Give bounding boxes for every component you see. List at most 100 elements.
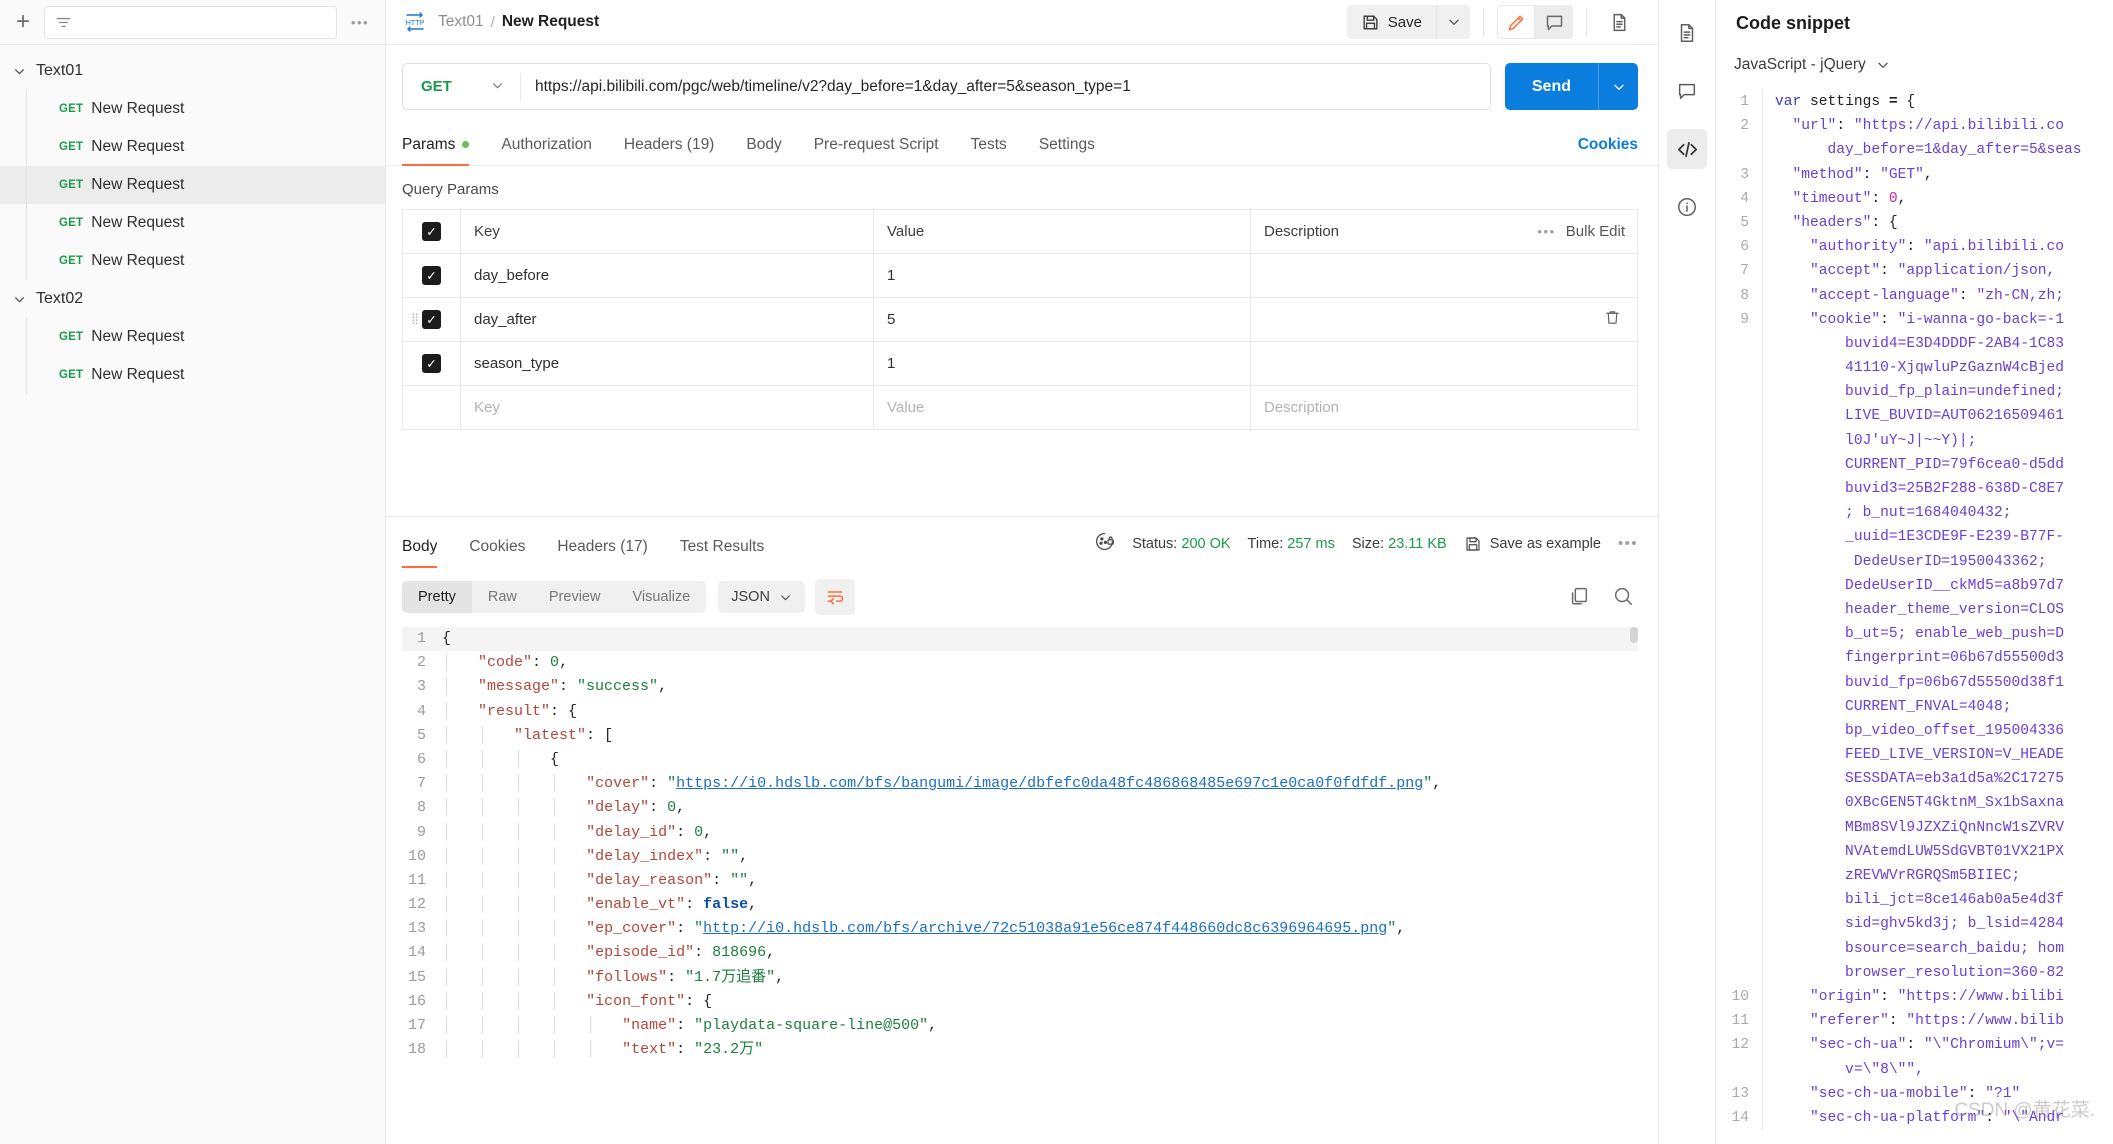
response-more-icon[interactable]: ••• <box>1618 536 1638 552</box>
code-link[interactable]: http://i0.hdslb.com/bfs/archive/72c51038… <box>703 920 1387 937</box>
delete-row-icon[interactable] <box>1604 309 1637 330</box>
size-value: 23.11 KB <box>1388 535 1447 552</box>
table-row[interactable]: ✓ season_type 1 <box>403 342 1637 386</box>
right-icon-rail <box>1658 0 1715 1144</box>
tab-params[interactable]: Params <box>402 136 485 166</box>
send-button[interactable]: Send <box>1504 63 1598 110</box>
save-options-caret[interactable] <box>1436 5 1470 39</box>
row-checkbox[interactable]: ✓ <box>422 354 441 373</box>
snippet-line: ; b_nut=1684040432; <box>1716 501 2113 526</box>
response-scrollbar[interactable] <box>1630 627 1638 643</box>
new-param-description[interactable]: Description <box>1250 386 1637 429</box>
snippet-gutter-divider <box>1762 162 1763 187</box>
snippet-token: "GET" <box>1880 166 1924 183</box>
rail-info-icon[interactable] <box>1667 187 1707 227</box>
method-selector[interactable]: GET <box>403 64 520 109</box>
table-row[interactable]: ⣿ ✓ day_after 5 <box>403 298 1637 342</box>
response-tab-test-results[interactable]: Test Results <box>664 538 780 567</box>
collection-text01[interactable]: Text01 <box>0 52 385 90</box>
collection-text02[interactable]: Text02 <box>0 280 385 318</box>
sidebar-request-item-active[interactable]: GET New Request <box>0 166 385 204</box>
sidebar-request-item[interactable]: GET New Request <box>0 318 385 356</box>
breadcrumb-collection[interactable]: Text01 <box>438 13 484 31</box>
new-param-key[interactable]: Key <box>460 386 873 429</box>
snippet-line: fingerprint=06b67d55500d3 <box>1716 646 2113 671</box>
view-mode-raw[interactable]: Raw <box>472 581 533 613</box>
sidebar-request-item[interactable]: GET New Request <box>0 204 385 242</box>
url-input[interactable] <box>521 64 1490 109</box>
row-checkbox[interactable]: ✓ <box>422 266 441 285</box>
new-item-plus-icon[interactable]: + <box>8 7 38 37</box>
param-description[interactable] <box>1250 342 1637 385</box>
param-description[interactable] <box>1250 254 1637 297</box>
postman-app: + ••• Text01 GET New Request GET New Reque… <box>0 0 2113 1144</box>
save-button[interactable]: Save <box>1346 5 1436 39</box>
tab-pre-request-script[interactable]: Pre-request Script <box>798 136 955 165</box>
snippet-token: : <box>1906 239 1924 256</box>
table-row-empty[interactable]: Key Value Description <box>403 386 1637 430</box>
sidebar-filter-input[interactable] <box>44 5 337 39</box>
drag-handle-icon[interactable]: ⣿ <box>411 314 419 325</box>
param-value[interactable]: 5 <box>873 298 1250 341</box>
response-tabs: Body Cookies Headers (17) Test Results S… <box>386 517 1658 568</box>
tab-headers[interactable]: Headers (19) <box>608 136 730 165</box>
select-all-checkbox[interactable]: ✓ <box>422 222 441 241</box>
search-body-button[interactable] <box>1612 585 1634 610</box>
cookie-lock-icon[interactable] <box>1094 531 1115 556</box>
rail-code-snippet-icon[interactable] <box>1667 129 1707 169</box>
response-format-selector[interactable]: JSON <box>718 581 805 613</box>
code-link[interactable]: https://i0.hdslb.com/bfs/bangumi/image/d… <box>676 775 1423 792</box>
word-wrap-button[interactable] <box>814 579 855 615</box>
row-checkbox[interactable]: ✓ <box>422 310 441 329</box>
snippet-line-text: buvid3=25B2F288-638D-C8E7 <box>1775 477 2064 501</box>
tab-body[interactable]: Body <box>730 136 797 165</box>
comment-button[interactable] <box>1535 5 1573 39</box>
snippet-token: l0J'uY~J|~~Y)|; <box>1775 432 1977 449</box>
param-key[interactable]: season_type <box>460 342 873 385</box>
param-description[interactable] <box>1250 298 1637 341</box>
edit-mode-button[interactable] <box>1497 5 1535 39</box>
save-as-example-button[interactable]: Save as example <box>1464 535 1601 553</box>
snippet-gutter-divider <box>1762 984 1763 1010</box>
sidebar-request-item[interactable]: GET New Request <box>0 128 385 166</box>
view-mode-visualize[interactable]: Visualize <box>616 581 706 613</box>
tab-tests[interactable]: Tests <box>955 136 1023 165</box>
sidebar-request-item[interactable]: GET New Request <box>0 90 385 128</box>
code-token: "" <box>721 847 740 865</box>
send-options-caret[interactable] <box>1598 63 1638 110</box>
param-value[interactable]: 1 <box>873 342 1250 385</box>
code-token: , <box>559 654 569 672</box>
table-more-icon[interactable]: ••• <box>1537 224 1555 239</box>
response-tab-cookies[interactable]: Cookies <box>453 538 541 567</box>
new-param-value[interactable]: Value <box>873 386 1250 429</box>
rail-documentation-icon[interactable] <box>1667 13 1707 53</box>
param-value[interactable]: 1 <box>873 254 1250 297</box>
rail-comments-icon[interactable] <box>1667 71 1707 111</box>
sidebar-more-icon[interactable]: ••• <box>343 7 377 37</box>
code-language-selector[interactable]: JavaScript - jQuery <box>1734 56 1890 74</box>
sidebar-request-item[interactable]: GET New Request <box>0 356 385 394</box>
code-token: "code" <box>478 654 533 672</box>
response-body-viewer[interactable]: 1{2 │ "code": 0, 3 │ "message": "success", 4… <box>402 627 1638 1144</box>
sidebar-request-item[interactable]: GET New Request <box>0 242 385 280</box>
snippet-gutter-divider <box>1762 622 1763 647</box>
copy-button[interactable] <box>1568 585 1590 610</box>
tab-settings[interactable]: Settings <box>1023 136 1111 165</box>
cookies-link[interactable]: Cookies <box>1578 136 1638 165</box>
tab-authorization[interactable]: Authorization <box>485 136 607 165</box>
bulk-edit-button[interactable]: Bulk Edit <box>1566 223 1625 240</box>
view-mode-preview[interactable]: Preview <box>533 581 617 613</box>
param-key[interactable]: day_after <box>460 298 873 341</box>
response-tab-body[interactable]: Body <box>402 538 453 568</box>
param-key[interactable]: day_before <box>460 254 873 297</box>
snippet-line: bsource=search_baidu; hom <box>1716 936 2113 961</box>
snippet-token <box>1775 215 1793 231</box>
documentation-button[interactable] <box>1600 5 1638 39</box>
request-method: GET <box>59 179 84 191</box>
code-snippet-code[interactable]: 1 var settings = {2 "url": "https://api.b… <box>1716 90 2113 1144</box>
response-tab-headers[interactable]: Headers (17) <box>541 538 663 567</box>
view-mode-pretty[interactable]: Pretty <box>402 581 472 613</box>
snippet-line: 12 "sec-ch-ua": "\"Chromium\";v= <box>1716 1033 2113 1058</box>
line-number: 10 <box>407 847 426 865</box>
table-row[interactable]: ✓ day_before 1 <box>403 254 1637 298</box>
